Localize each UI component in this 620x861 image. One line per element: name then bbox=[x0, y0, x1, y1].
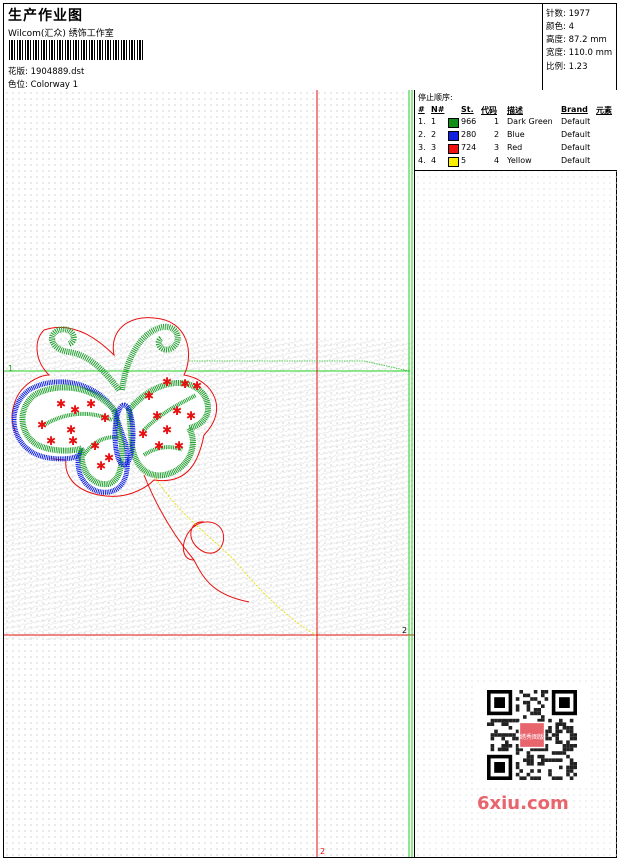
stop-sequence-table: 停止顺序: # N# St. 代码 描述 Brand 元素 1. 1 966 1 Dar… bbox=[415, 90, 617, 171]
row-stitches: 280 bbox=[461, 130, 477, 139]
row-brand: Default bbox=[561, 117, 591, 126]
pattern-label: 花版: bbox=[8, 67, 28, 77]
row-brand: Default bbox=[561, 130, 591, 139]
barcode bbox=[9, 40, 144, 60]
svg-text:✱: ✱ bbox=[162, 423, 172, 437]
stat-height: 高度: 87.2 mm bbox=[546, 35, 607, 45]
pattern-line: 花版: 1904889.dst bbox=[8, 65, 84, 77]
color-swatch bbox=[448, 157, 459, 167]
svg-text:✱: ✱ bbox=[90, 439, 100, 453]
embroidery-preview: 1 2 2 ✱✱ ✱ ✱✱✱ ✱ ✱✱ ✱✱ ✱✱ ✱ ✱✱ ✱ ✱✱ ✱ ✱✱ bbox=[4, 90, 414, 857]
svg-text:✱: ✱ bbox=[86, 397, 96, 411]
pattern-value: 1904889.dst bbox=[30, 67, 85, 77]
table-row: 1. 1 966 1 Dark Green Default bbox=[415, 117, 617, 130]
svg-text:✱: ✱ bbox=[46, 434, 56, 448]
color-swatch bbox=[448, 144, 459, 154]
row-stitches: 724 bbox=[461, 143, 477, 152]
colorway-value: Colorway 1 bbox=[30, 80, 79, 90]
stat-width: 宽度: 110.0 mm bbox=[546, 48, 613, 58]
row-idx: 3. bbox=[418, 143, 426, 152]
row-idx: 1. bbox=[418, 117, 426, 126]
colorway-line: 色位: Colorway 1 bbox=[8, 78, 78, 90]
col-no: N# bbox=[431, 105, 445, 114]
stat-stitches: 针数: 1977 bbox=[546, 9, 591, 19]
sheet-title: 生产作业图 bbox=[8, 8, 83, 24]
watermark-qr: 绣秀图版 bbox=[475, 686, 589, 786]
qr-code-icon: 绣秀图版 bbox=[487, 690, 577, 780]
svg-text:✱: ✱ bbox=[162, 375, 172, 389]
svg-text:✱: ✱ bbox=[154, 439, 164, 453]
marker-2-bottom: 2 bbox=[320, 847, 325, 856]
row-brand: Default bbox=[561, 156, 591, 165]
row-stitches: 966 bbox=[461, 117, 477, 126]
row-no: 3 bbox=[431, 143, 437, 152]
svg-text:✱: ✱ bbox=[56, 397, 66, 411]
svg-text:✱: ✱ bbox=[180, 377, 190, 391]
col-code: 代码 bbox=[481, 106, 497, 115]
row-no: 1 bbox=[431, 117, 437, 126]
svg-text:✱: ✱ bbox=[70, 403, 80, 417]
svg-text:✱: ✱ bbox=[172, 404, 182, 418]
svg-text:✱: ✱ bbox=[100, 411, 110, 425]
col-desc: 描述 bbox=[507, 106, 523, 115]
row-idx: 2. bbox=[418, 130, 426, 139]
row-description: Red bbox=[507, 143, 523, 152]
col-idx: # bbox=[418, 105, 425, 114]
col-brand: Brand bbox=[561, 105, 588, 114]
svg-text:✱: ✱ bbox=[174, 439, 184, 453]
row-code: 4 bbox=[494, 156, 500, 165]
side-panel: 停止顺序: # N# St. 代码 描述 Brand 元素 1. 1 966 1 Dar… bbox=[414, 90, 617, 857]
color-swatch bbox=[448, 118, 459, 128]
production-sheet: 生产作业图 Wilcom(汇众) 绣饰工作室 花版: 1904889.dst 色… bbox=[3, 3, 617, 858]
svg-text:✱: ✱ bbox=[152, 409, 162, 423]
stat-colors: 颜色: 4 bbox=[546, 22, 574, 32]
row-stitches: 5 bbox=[461, 156, 467, 165]
col-st: St. bbox=[461, 105, 474, 114]
row-no: 4 bbox=[431, 156, 437, 165]
table-row: 3. 3 724 3 Red Default bbox=[415, 143, 617, 156]
stats-panel: 针数: 1977 颜色: 4 高度: 87.2 mm 宽度: 110.0 mm … bbox=[542, 4, 617, 90]
watermark-logo: 6xiu.com bbox=[477, 793, 569, 814]
svg-text:✱: ✱ bbox=[192, 379, 202, 393]
table-row: 4. 4 5 4 Yellow Default bbox=[415, 156, 617, 169]
color-swatch bbox=[448, 131, 459, 141]
svg-text:✱: ✱ bbox=[104, 451, 114, 465]
svg-text:✱: ✱ bbox=[66, 423, 76, 437]
row-brand: Default bbox=[561, 143, 591, 152]
sheet-header: 生产作业图 Wilcom(汇众) 绣饰工作室 花版: 1904889.dst 色… bbox=[4, 4, 616, 91]
svg-text:✱: ✱ bbox=[138, 427, 148, 441]
company-name: Wilcom(汇众) 绣饰工作室 bbox=[8, 29, 114, 39]
svg-text:✱: ✱ bbox=[37, 418, 47, 432]
marker-1: 1 bbox=[8, 364, 13, 373]
marker-2-right: 2 bbox=[402, 626, 407, 635]
svg-text:✱: ✱ bbox=[144, 389, 154, 403]
colorway-label: 色位: bbox=[8, 80, 28, 90]
design-canvas[interactable]: 1 2 2 ✱ ✱ ✱ ✱ ✱ ✱ ✱ ✱ ✱ ✱ ✱ ✱ ✱ ✱ ✱ ✱ ✱ … bbox=[4, 90, 414, 857]
col-elem: 元素 bbox=[596, 106, 612, 115]
row-code: 1 bbox=[494, 117, 500, 126]
row-code: 3 bbox=[494, 143, 500, 152]
row-description: Dark Green bbox=[507, 117, 553, 126]
row-no: 2 bbox=[431, 130, 437, 139]
sequence-title: 停止顺序: bbox=[418, 93, 453, 102]
row-code: 2 bbox=[494, 130, 500, 139]
row-description: Yellow bbox=[507, 156, 532, 165]
row-description: Blue bbox=[507, 130, 525, 139]
table-row: 2. 2 280 2 Blue Default bbox=[415, 130, 617, 143]
watermark-seal-text: 绣秀图版 bbox=[520, 733, 544, 741]
svg-text:✱: ✱ bbox=[186, 409, 196, 423]
stat-scale: 比例: 1.23 bbox=[546, 62, 588, 72]
row-idx: 4. bbox=[418, 156, 426, 165]
